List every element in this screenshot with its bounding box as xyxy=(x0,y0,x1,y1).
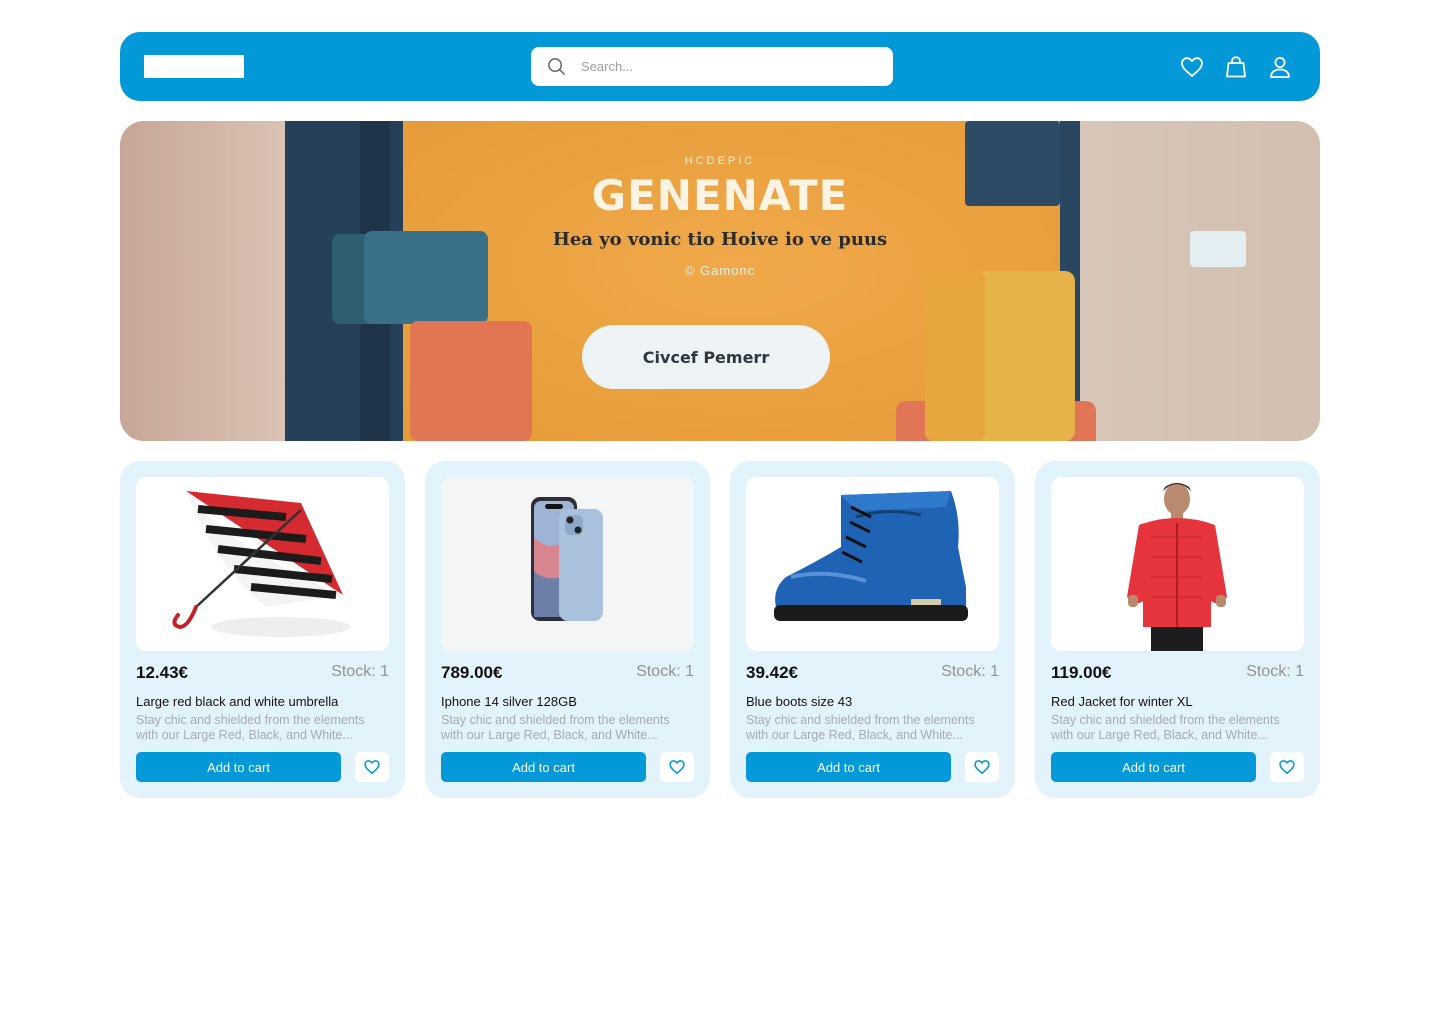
wishlist-button[interactable] xyxy=(965,752,999,782)
product-description: Stay chic and shielded from the elements… xyxy=(136,713,365,742)
add-to-cart-button[interactable]: Add to cart xyxy=(441,752,646,782)
hero-cta-button[interactable]: Civcef Pemerr xyxy=(582,325,830,389)
product-stock: Stock: 1 xyxy=(331,663,389,680)
hero-kicker: HCDEPIC xyxy=(684,155,756,167)
heart-icon xyxy=(364,760,380,774)
top-navbar xyxy=(120,32,1320,101)
product-description: Stay chic and shielded from the elements… xyxy=(441,713,670,742)
hero-artwork xyxy=(120,121,1320,441)
product-name[interactable]: Blue boots size 43 xyxy=(746,694,852,709)
heart-icon xyxy=(974,760,990,774)
heart-icon[interactable] xyxy=(1179,54,1205,80)
product-price: 789.00€ xyxy=(441,663,503,682)
hero-small-text: © Gamonc xyxy=(684,263,756,278)
product-price: 12.43€ xyxy=(136,663,188,682)
hero-subtitle: Hea yo vonic tio Hoive io ve puus xyxy=(552,229,888,250)
product-card[interactable]: 39.42€ Stock: 1 Blue boots size 43 Stay … xyxy=(730,461,1015,798)
heart-icon xyxy=(669,760,685,774)
product-stock: Stock: 1 xyxy=(636,663,694,680)
heart-icon xyxy=(1279,760,1295,774)
product-price: 39.42€ xyxy=(746,663,798,682)
product-card[interactable]: 119.00€ Stock: 1 Red Jacket for winter X… xyxy=(1035,461,1320,798)
product-stock: Stock: 1 xyxy=(941,663,999,680)
product-card[interactable]: 789.00€ Stock: 1 Iphone 14 silver 128GB … xyxy=(425,461,710,798)
product-name[interactable]: Iphone 14 silver 128GB xyxy=(441,694,577,709)
search-input[interactable] xyxy=(581,47,881,86)
search-bar[interactable] xyxy=(531,47,893,86)
add-to-cart-button[interactable]: Add to cart xyxy=(746,752,951,782)
hero-banner[interactable]: HCDEPIC GENENATE Hea yo vonic tio Hoive … xyxy=(120,121,1320,441)
add-to-cart-button[interactable]: Add to cart xyxy=(136,752,341,782)
add-to-cart-button[interactable]: Add to cart xyxy=(1051,752,1256,782)
product-name[interactable]: Red Jacket for winter XL xyxy=(1051,694,1193,709)
product-image-boot[interactable] xyxy=(746,477,999,651)
product-stock: Stock: 1 xyxy=(1246,663,1304,680)
wishlist-button[interactable] xyxy=(1270,752,1304,782)
wishlist-button[interactable] xyxy=(660,752,694,782)
search-icon xyxy=(548,58,565,75)
logo[interactable] xyxy=(144,55,244,78)
wishlist-button[interactable] xyxy=(355,752,389,782)
shopping-bag-icon[interactable] xyxy=(1223,54,1249,80)
product-image-jacket[interactable] xyxy=(1051,477,1304,651)
product-description: Stay chic and shielded from the elements… xyxy=(1051,713,1280,742)
product-price: 119.00€ xyxy=(1051,663,1112,682)
product-image-phone[interactable] xyxy=(441,477,694,651)
product-name[interactable]: Large red black and white umbrella xyxy=(136,694,338,709)
product-image-umbrella[interactable] xyxy=(136,477,389,651)
user-icon[interactable] xyxy=(1267,54,1293,80)
product-description: Stay chic and shielded from the elements… xyxy=(746,713,975,742)
product-card[interactable]: 12.43€ Stock: 1 Large red black and whit… xyxy=(120,461,405,798)
hero-title: GENENATE xyxy=(591,171,849,220)
